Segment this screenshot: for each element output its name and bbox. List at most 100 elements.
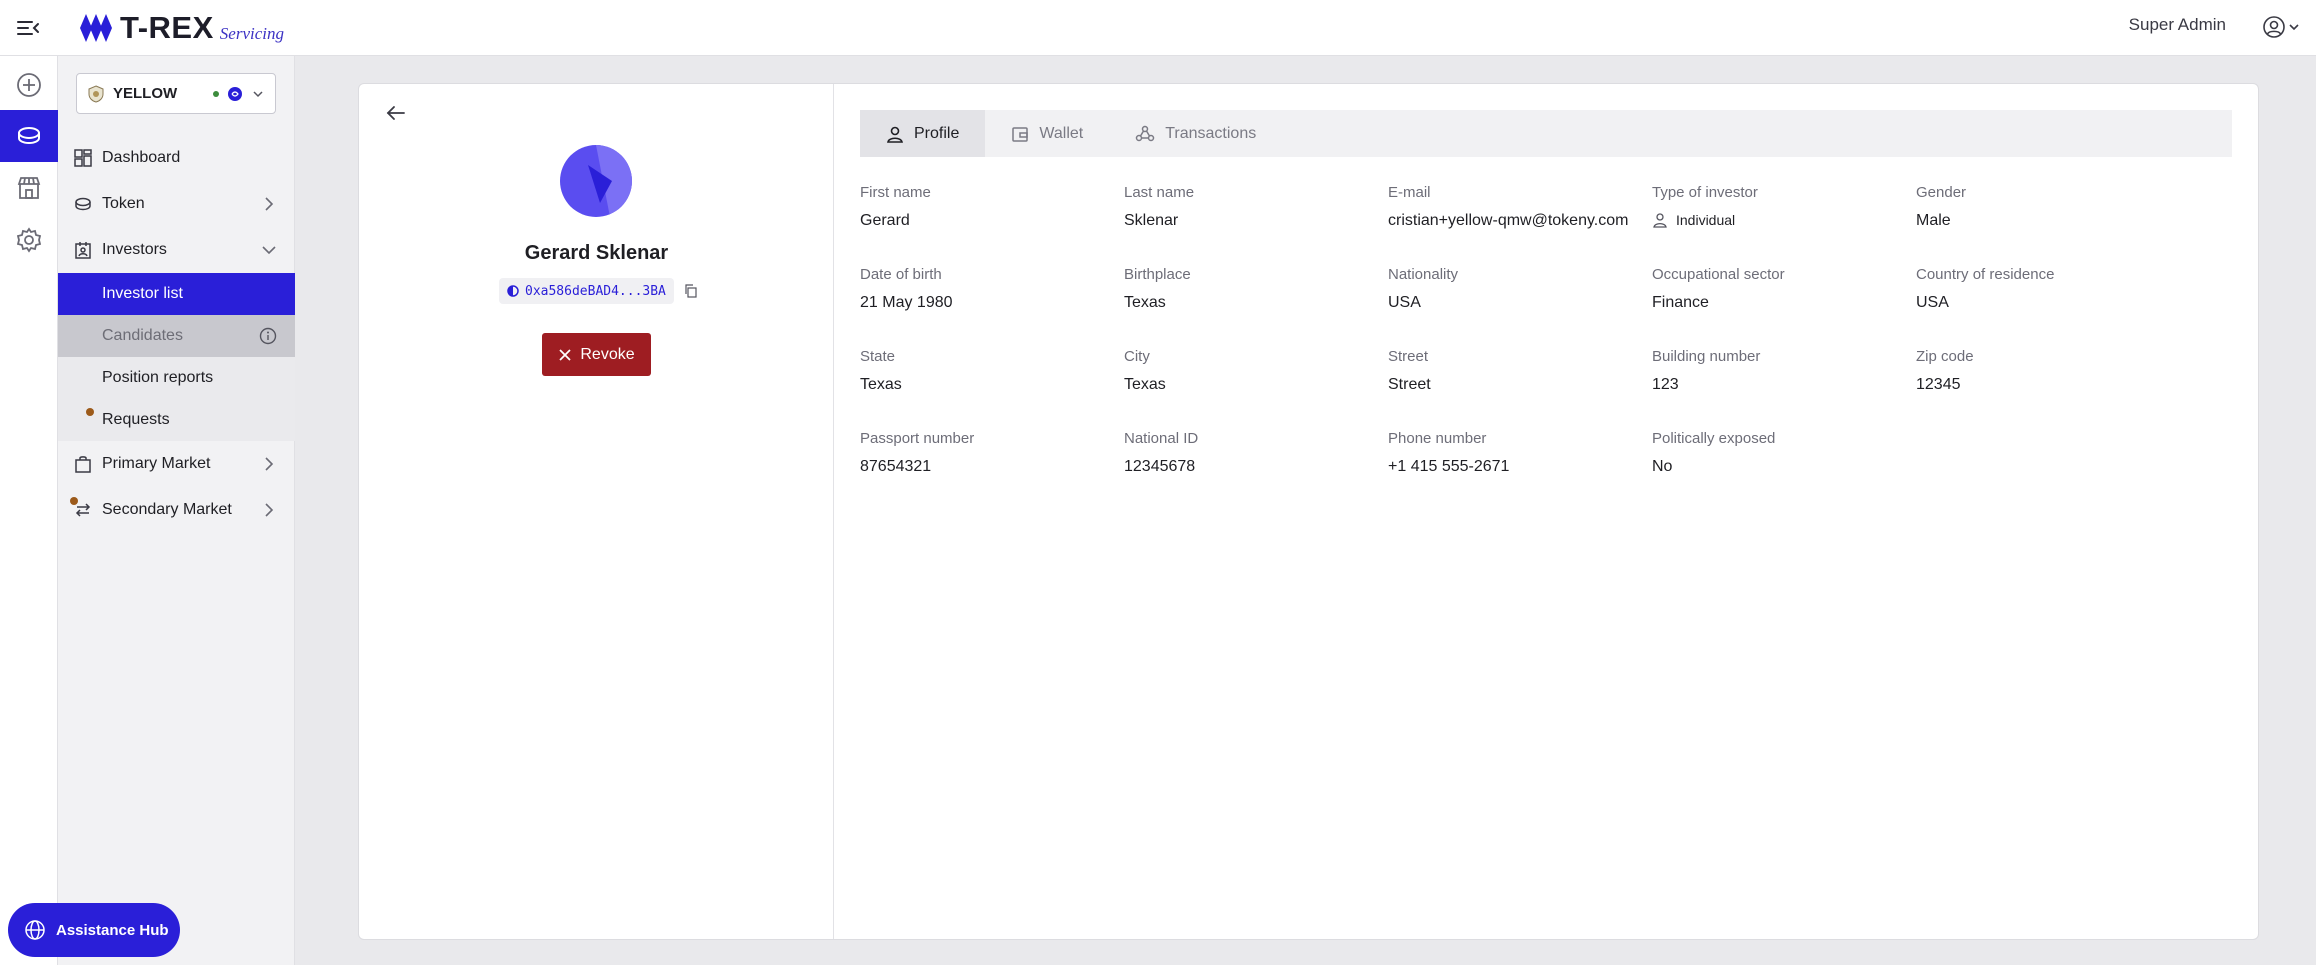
field-value: 21 May 1980 [860,294,953,311]
brand-subtitle: Servicing [219,24,284,43]
sidebar-item-requests[interactable]: Requests [58,399,295,441]
field-value: Texas [1124,294,1166,311]
back-button[interactable] [383,100,409,126]
store-icon [17,177,41,199]
info-icon[interactable] [259,327,277,345]
field-label: Type of investor [1652,184,1758,201]
field-label: E-mail [1388,184,1431,201]
sidebar-item-label: Secondary Market [102,501,232,518]
investor-detail-card: Gerard Sklenar 0xa586deBAD4...3BA Revoke… [358,83,2259,940]
field-label: Last name [1124,184,1195,201]
copy-icon[interactable] [684,284,698,298]
token-selector[interactable]: YELLOW [76,73,276,114]
tab-profile[interactable]: Profile [860,110,986,157]
tab-label: Transactions [1165,124,1257,142]
tab-transactions[interactable]: Transactions [1109,110,1282,157]
icon-rail [0,56,58,965]
field-value: Sklenar [1124,212,1179,229]
sidebar-item-label: Candidates [102,327,183,344]
field-value: 12345678 [1124,458,1196,475]
field-politically-exposed: Politically exposed No [1652,430,1916,512]
field-birthplace: Birthplace Texas [1124,266,1388,348]
field-last-name: Last name Sklenar [1124,184,1388,266]
field-label: Phone number [1388,430,1487,447]
field-label: Street [1388,348,1429,365]
field-label: Building number [1652,348,1761,365]
wallet-chain-icon [507,285,519,297]
rail-add-button[interactable] [0,59,58,111]
field-value: 123 [1652,376,1679,393]
field-investor-type: Type of investor Individual [1652,184,1916,266]
field-label: Politically exposed [1652,430,1776,447]
avatar [560,145,632,217]
user-circle-icon [2263,16,2285,38]
gear-icon [16,227,42,253]
field-first-name: First name Gerard [860,184,1124,266]
revoke-label: Revoke [580,345,635,363]
coins-icon [18,127,40,145]
profile-fields: First name Gerard Last name Sklenar E-ma… [860,184,2232,512]
menu-collapse-icon[interactable] [14,14,42,42]
field-label: Country of residence [1916,266,2055,283]
close-icon [559,348,572,361]
tab-label: Wallet [1039,124,1084,142]
sidebar-item-label: Requests [102,411,170,428]
investor-type-value: Individual [1676,212,1736,228]
investor-detail-panel: Profile Wallet Transactions First name G… [835,84,2259,939]
sidebar-item-dashboard[interactable]: Dashboard [58,135,295,181]
sidebar-item-primary-market[interactable]: Primary Market [58,441,295,487]
investor-badge-icon [75,242,91,259]
field-label: State [860,348,896,365]
token-shield-icon [88,84,104,103]
assistance-hub-button[interactable]: Assistance Hub [8,903,180,957]
field-state: State Texas [860,348,1124,430]
chevron-right-icon [265,457,274,471]
person-icon [1653,213,1667,228]
user-menu-button[interactable] [2262,12,2302,42]
tab-wallet[interactable]: Wallet [985,110,1109,157]
sidebar-item-position-reports[interactable]: Position reports [58,357,295,399]
field-value: Texas [860,376,902,393]
field-national-id: National ID 12345678 [1124,430,1388,512]
sidebar-item-investors[interactable]: Investors [58,227,295,273]
chevron-down-icon [2289,24,2299,31]
field-email: E-mail cristian+yellow-qmw@tokeny.com [1388,184,1652,266]
field-label: First name [860,184,931,201]
sidebar-item-candidates[interactable]: Candidates [58,315,295,357]
chevron-down-icon [262,246,276,255]
sidebar: YELLOW Dashboard Token Investors Investo… [58,56,295,965]
field-value: Finance [1652,294,1709,311]
user-name: Super Admin [2128,15,2226,34]
field-nationality: Nationality USA [1388,266,1652,348]
brand-logo[interactable]: T-REX Servicing [80,8,284,48]
sidebar-item-label: Dashboard [102,149,181,166]
field-label: Gender [1916,184,1967,201]
plus-circle-icon [17,73,41,97]
sidebar-item-label: Primary Market [102,455,211,472]
rail-marketplace-button[interactable] [0,162,58,214]
rail-settings-button[interactable] [0,214,58,266]
token-name: YELLOW [113,85,178,102]
field-label: Birthplace [1124,266,1191,283]
rail-tokens-button[interactable] [0,110,58,162]
field-label: City [1124,348,1150,365]
revoke-button[interactable]: Revoke [542,333,651,376]
field-occupational-sector: Occupational sector Finance [1652,266,1916,348]
sidebar-item-token[interactable]: Token [58,181,295,227]
field-value: No [1652,458,1673,475]
globe-icon [25,920,45,940]
field-label: Date of birth [860,266,942,283]
sidebar-item-investor-list[interactable]: Investor list [58,273,295,315]
sidebar-item-secondary-market[interactable]: Secondary Market [58,487,295,533]
field-label: Passport number [860,430,975,447]
coin-icon [75,197,91,211]
dashboard-icon [74,149,92,167]
chevron-right-icon [265,197,274,211]
sidebar-nav: Dashboard Token Investors Investor list … [58,135,295,533]
sidebar-item-label: Token [102,195,145,212]
assistance-hub-label: Assistance Hub [56,921,169,939]
wallet-address[interactable]: 0xa586deBAD4...3BA [499,278,674,304]
detail-tabs: Profile Wallet Transactions [860,110,2232,157]
field-value: cristian+yellow-qmw@tokeny.com [1388,212,1629,229]
field-passport-number: Passport number 87654321 [860,430,1124,512]
